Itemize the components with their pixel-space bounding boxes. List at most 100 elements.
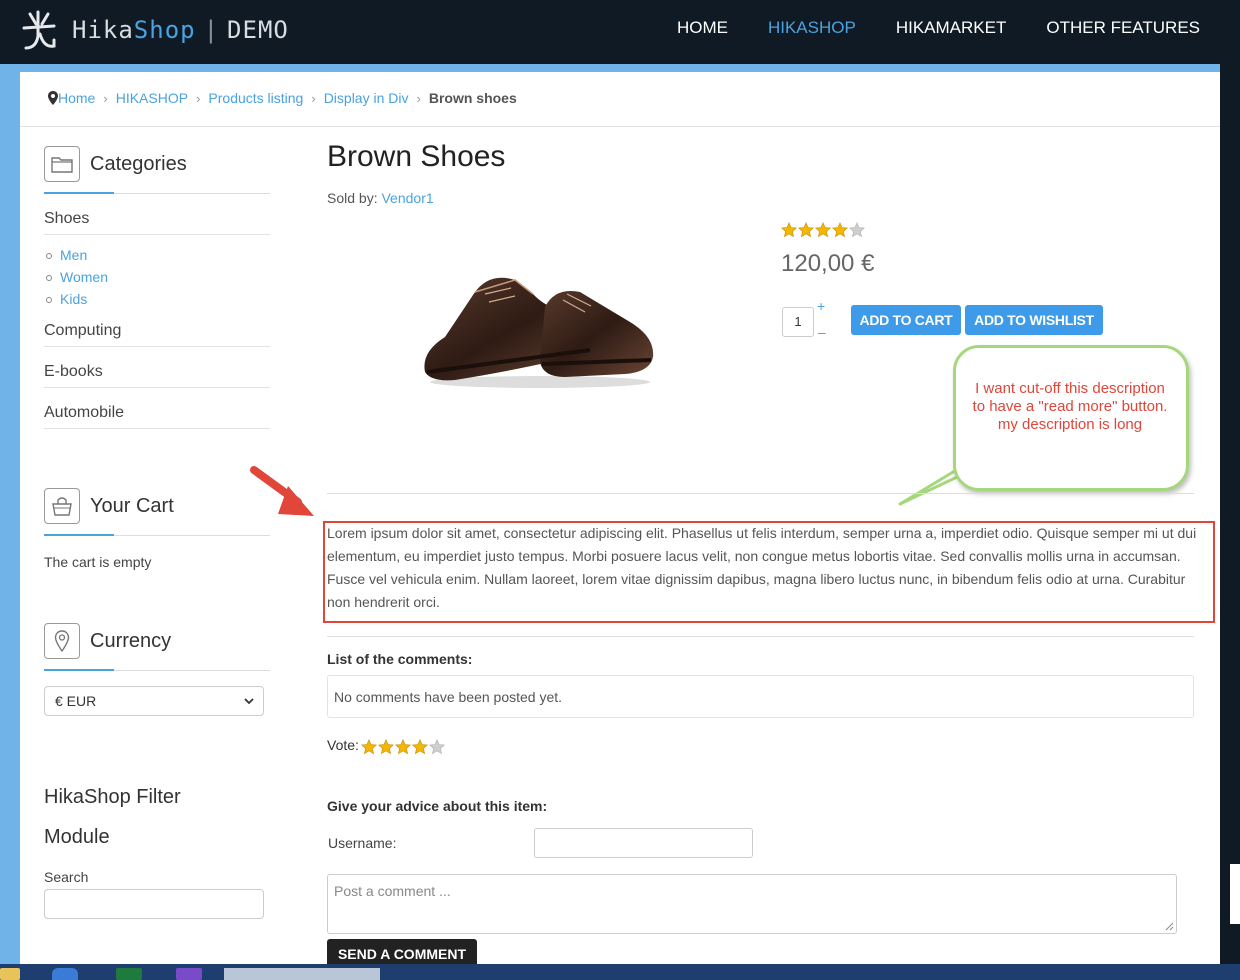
vote-label: Vote: — [327, 737, 359, 753]
product-image[interactable] — [415, 232, 660, 392]
add-to-wishlist-button[interactable]: ADD TO WISHLIST — [965, 305, 1103, 335]
subcategory-kids[interactable]: Kids — [46, 291, 87, 307]
main-nav: HOME HIKASHOP HIKAMARKET OTHER FEATURES — [637, 18, 1200, 38]
brand-hika: Hika — [72, 16, 134, 44]
breadcrumb-display-in-div[interactable]: Display in Div — [324, 90, 409, 106]
visual-studio-icon[interactable] — [176, 968, 202, 980]
brand-separator: | — [203, 16, 220, 44]
breadcrumb-current: Brown shoes — [428, 90, 517, 106]
breadcrumb-hikashop[interactable]: HIKASHOP — [116, 90, 188, 106]
bullet-icon — [46, 275, 52, 282]
star-filled-icon — [798, 222, 814, 238]
file-explorer-icon[interactable] — [0, 968, 20, 980]
product-rating — [781, 222, 866, 238]
red-arrow-icon — [250, 466, 314, 516]
cart-title: Your Cart — [90, 494, 174, 517]
star-empty-icon[interactable] — [429, 739, 445, 755]
subcategory-label: Kids — [60, 291, 88, 307]
bullet-icon — [46, 297, 52, 304]
currency-header: Currency — [44, 623, 171, 659]
chevron-down-icon — [244, 698, 254, 705]
filter-title-line1: HikaShop Filter — [44, 786, 181, 808]
chevron-right-icon: › — [103, 90, 108, 106]
top-navbar: HikaShop | DEMO HOME HIKASHOP HIKAMARKET O… — [0, 0, 1240, 64]
brand-shop: Shop — [133, 16, 196, 44]
subcategory-label: Women — [60, 269, 108, 285]
currency-value: € EUR — [55, 693, 97, 709]
subcategory-women[interactable]: Women — [46, 269, 108, 285]
category-divider — [44, 234, 270, 235]
cart-header: Your Cart — [44, 488, 174, 524]
resize-grip-icon[interactable] — [1164, 921, 1174, 931]
subcategory-label: Men — [60, 247, 88, 263]
basket-icon — [44, 488, 80, 524]
star-filled-icon — [781, 222, 797, 238]
advice-title: Give your advice about this item: — [327, 798, 548, 814]
comment-placeholder: Post a comment ... — [334, 883, 451, 899]
vote-stars[interactable] — [361, 739, 446, 755]
currency-underline — [44, 669, 270, 671]
browser-icon[interactable] — [52, 968, 78, 980]
breadcrumb-products-listing[interactable]: Products listing — [208, 90, 303, 106]
category-computing[interactable]: Computing — [44, 322, 121, 340]
category-automobile[interactable]: Automobile — [44, 404, 124, 422]
product-description: Lorem ipsum dolor sit amet, consectetur … — [327, 525, 1197, 610]
quantity-decrease[interactable]: – — [818, 324, 826, 340]
cart-underline — [44, 534, 270, 536]
category-divider — [44, 387, 270, 388]
categories-underline — [44, 192, 270, 194]
sold-by-label: Sold by: — [327, 190, 378, 206]
add-to-cart-button[interactable]: ADD TO CART — [851, 305, 961, 335]
quantity-input[interactable]: 1 — [782, 307, 814, 337]
categories-header: Categories — [44, 146, 187, 182]
chevron-right-icon: › — [311, 90, 316, 106]
nav-hikamarket[interactable]: HIKAMARKET — [896, 18, 1007, 38]
brand-demo: DEMO — [227, 16, 289, 44]
os-taskbar — [0, 964, 1240, 980]
category-shoes[interactable]: Shoes — [44, 210, 89, 228]
categories-title: Categories — [90, 152, 187, 175]
excel-icon[interactable] — [116, 968, 142, 980]
cart-empty-text: The cart is empty — [44, 554, 152, 570]
star-filled-icon[interactable] — [361, 739, 377, 755]
location-pin-icon — [44, 623, 80, 659]
description-divider-top — [327, 493, 1194, 494]
comments-title: List of the comments: — [327, 651, 473, 667]
star-filled-icon[interactable] — [395, 739, 411, 755]
hikashop-logo-icon — [22, 10, 56, 50]
comment-textarea[interactable]: Post a comment ... — [327, 874, 1177, 934]
breadcrumb-home[interactable]: Home — [58, 90, 95, 106]
currency-select[interactable]: € EUR — [44, 686, 264, 716]
search-input[interactable] — [44, 889, 264, 919]
description-divider-bottom — [327, 636, 1194, 637]
breadcrumb-divider — [20, 126, 1220, 127]
category-ebooks[interactable]: E-books — [44, 363, 103, 381]
map-pin-icon — [48, 91, 58, 105]
category-divider — [44, 428, 270, 429]
nav-hikashop[interactable]: HIKASHOP — [768, 18, 856, 38]
site-logo[interactable]: HikaShop | DEMO — [20, 8, 289, 52]
star-filled-icon[interactable] — [378, 739, 394, 755]
annotation-text: I want cut-off this description to have … — [972, 380, 1168, 433]
bullet-icon — [46, 253, 52, 260]
vendor-link[interactable]: Vendor1 — [381, 190, 433, 206]
chrome-taskbar-button[interactable] — [224, 968, 380, 980]
quantity-increase[interactable]: + — [817, 298, 825, 314]
comments-list: No comments have been posted yet. — [327, 675, 1194, 718]
nav-home[interactable]: HOME — [677, 18, 728, 38]
star-filled-icon[interactable] — [412, 739, 428, 755]
nav-other-features[interactable]: OTHER FEATURES — [1046, 18, 1200, 38]
star-empty-icon — [849, 222, 865, 238]
sold-by: Sold by: Vendor1 — [327, 190, 434, 206]
star-filled-icon — [832, 222, 848, 238]
username-label: Username: — [328, 835, 397, 851]
username-input[interactable] — [534, 828, 753, 858]
product-title: Brown Shoes — [327, 140, 506, 173]
chevron-right-icon: › — [196, 90, 201, 106]
breadcrumb: Home › HIKASHOP › Products listing › Dis… — [48, 90, 517, 106]
right-edge — [1220, 64, 1240, 980]
subcategory-men[interactable]: Men — [46, 247, 87, 263]
category-divider — [44, 346, 270, 347]
chevron-right-icon: › — [416, 90, 421, 106]
search-label: Search — [44, 869, 89, 885]
